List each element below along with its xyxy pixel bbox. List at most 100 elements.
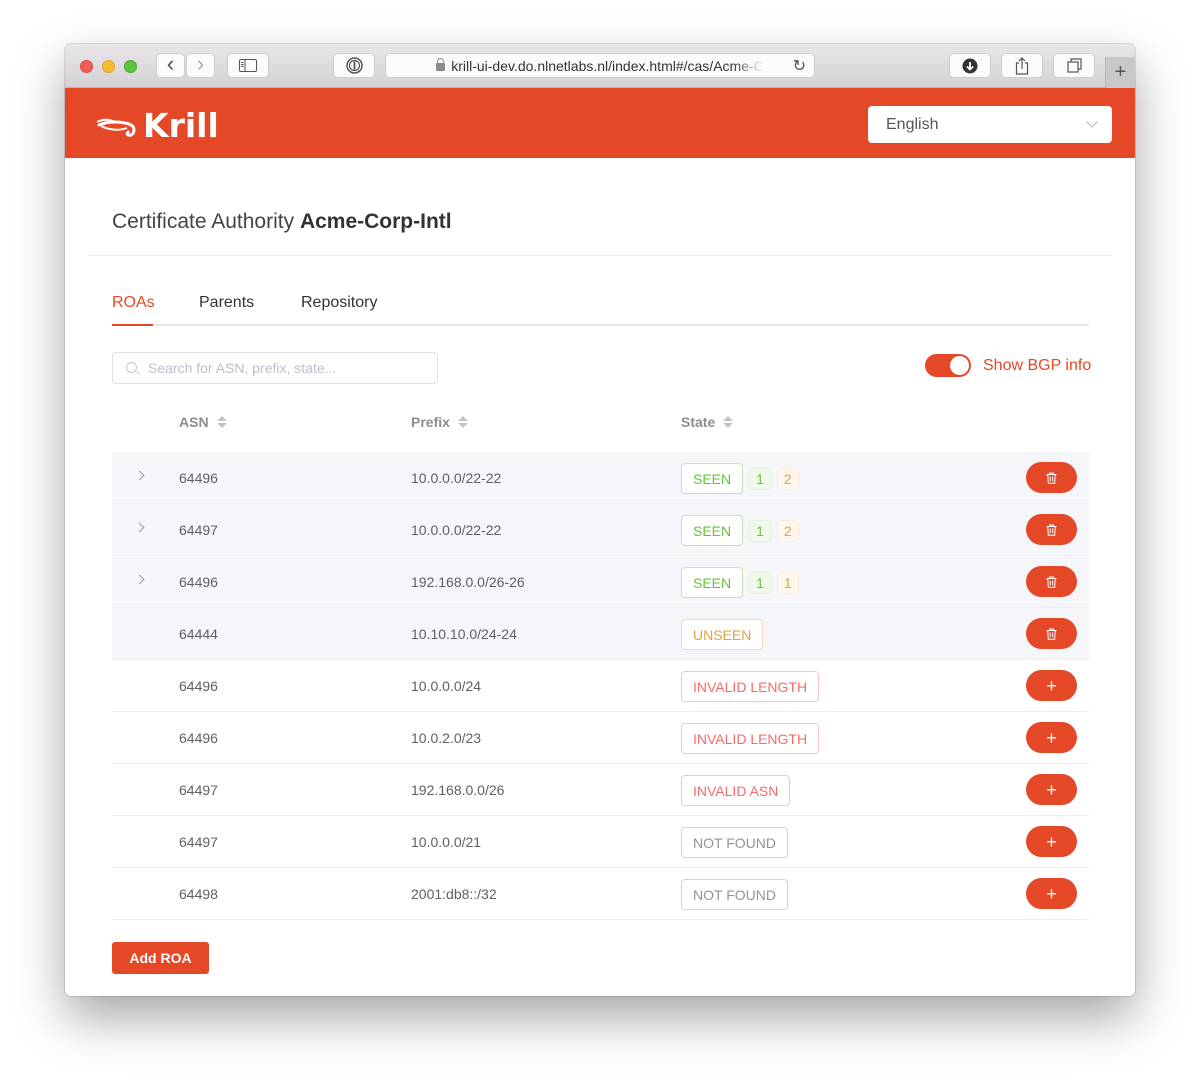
delete-roa-button[interactable] (1026, 618, 1077, 649)
browser-window: ‹ › krill-ui-dev.do.nlnetlabs.nl/index.h… (65, 44, 1135, 996)
search-field[interactable] (112, 352, 438, 384)
share-icon (1015, 56, 1029, 75)
address-bar[interactable]: krill-ui-dev.do.nlnetlabs.nl/index.html#… (385, 53, 815, 78)
prefix-cell: 192.168.0.0/26-26 (411, 574, 525, 590)
asn-cell: 64497 (179, 782, 218, 798)
maximize-window-button[interactable] (124, 60, 137, 73)
trash-icon (1046, 628, 1057, 640)
state-badge: INVALID LENGTH (681, 723, 820, 754)
prefix-cell: 192.168.0.0/26 (411, 782, 505, 798)
add-roa-row-button[interactable]: + (1026, 878, 1077, 909)
chevron-right-icon[interactable] (134, 522, 145, 533)
prefix-cell: 10.0.2.0/23 (411, 730, 482, 746)
table-row: 64444 10.10.10.0/24-24 UNSEEN (112, 608, 1089, 660)
lock-icon (436, 58, 446, 71)
state-badge: SEEN (681, 515, 744, 546)
add-roa-button[interactable]: Add ROA (112, 942, 209, 974)
trash-icon (1046, 472, 1057, 484)
state-badge: UNSEEN (681, 619, 764, 650)
add-roa-row-button[interactable]: + (1026, 826, 1077, 857)
page-title-prefix: Certificate Authority (112, 210, 295, 233)
chevron-right-icon: › (196, 51, 205, 76)
prefix-cell: 10.0.0.0/21 (411, 834, 482, 850)
delete-roa-button[interactable] (1026, 514, 1077, 545)
column-header-state[interactable]: State (681, 414, 734, 430)
state-badge: INVALID ASN (681, 775, 791, 806)
minimize-window-button[interactable] (102, 60, 115, 73)
tab-label: ROAs (112, 294, 155, 311)
prefix-cell: 2001:db8::/32 (411, 886, 497, 902)
state-cell: INVALID LENGTH (681, 723, 820, 754)
language-select[interactable]: English (868, 106, 1112, 143)
table-header: ASN Prefix State (112, 406, 1089, 451)
krill-shrimp-icon (96, 118, 136, 137)
add-roa-label: Add ROA (129, 950, 192, 966)
plus-icon: + (1046, 675, 1057, 696)
tab-roas[interactable]: ROAs (112, 294, 155, 312)
search-icon (126, 362, 137, 373)
state-cell: UNSEEN (681, 619, 764, 650)
sort-icon (457, 416, 468, 428)
state-badge: SEEN (681, 463, 744, 494)
close-window-button[interactable] (80, 60, 93, 73)
browser-toolbar: ‹ › krill-ui-dev.do.nlnetlabs.nl/index.h… (65, 44, 1135, 88)
announcement-count-badge: 1 (749, 519, 771, 542)
logo-text: Krill (143, 106, 219, 145)
asn-cell: 64496 (179, 678, 218, 694)
column-header-asn[interactable]: ASN (179, 414, 227, 430)
plus-icon: + (1046, 779, 1057, 800)
state-badge: NOT FOUND (681, 827, 788, 858)
delete-roa-button[interactable] (1026, 462, 1077, 493)
tabs-icon (1066, 58, 1082, 73)
tab-label: Parents (199, 294, 255, 311)
krill-logo[interactable]: Krill (95, 106, 219, 145)
back-button[interactable]: ‹ (156, 53, 185, 78)
table-row: 64498 2001:db8::/32 NOT FOUND + (112, 868, 1089, 920)
trash-icon (1046, 524, 1057, 536)
chevron-right-icon[interactable] (134, 470, 145, 481)
overlap-count-badge: 1 (776, 571, 799, 594)
asn-cell: 64496 (179, 730, 218, 746)
chevron-right-icon[interactable] (134, 574, 145, 585)
overlap-count-badge: 2 (776, 467, 799, 490)
prefix-cell: 10.0.0.0/24 (411, 678, 482, 694)
sidebar-toggle-button[interactable] (227, 53, 269, 78)
asn-cell: 64497 (179, 834, 218, 850)
column-label: State (681, 414, 716, 430)
tabs-overview-button[interactable] (1053, 53, 1095, 78)
column-header-prefix[interactable]: Prefix (411, 414, 468, 430)
search-input[interactable] (148, 360, 428, 376)
app-header: Krill English (65, 88, 1135, 158)
password-manager-button[interactable] (333, 53, 375, 78)
state-badge: NOT FOUND (681, 879, 788, 910)
new-tab-button[interactable]: + (1105, 57, 1135, 88)
show-bgp-toggle[interactable]: Show BGP info (925, 354, 1091, 377)
tab-label: Repository (301, 294, 378, 311)
asn-cell: 64497 (179, 522, 218, 538)
tab-parents[interactable]: Parents (199, 294, 254, 312)
bgp-switch[interactable] (925, 354, 971, 377)
page-title: Certificate Authority Acme-Corp-Intl (112, 210, 452, 234)
overlap-count-badge: 2 (776, 519, 799, 542)
forward-button[interactable]: › (186, 53, 215, 78)
table-row: 64496 192.168.0.0/26-26 SEEN 1 1 (112, 556, 1089, 608)
add-roa-row-button[interactable]: + (1026, 722, 1077, 753)
asn-cell: 64498 (179, 886, 218, 902)
prefix-cell: 10.0.0.0/22-22 (411, 522, 502, 538)
sidebar-icon (239, 59, 257, 72)
reload-icon[interactable]: ↻ (793, 56, 806, 76)
url-text: krill-ui-dev.do.nlnetlabs.nl/index.html#… (451, 57, 764, 74)
delete-roa-button[interactable] (1026, 566, 1077, 597)
roa-table: 64496 10.0.0.0/22-22 SEEN 1 2 64497 10.0.0.0/… (112, 452, 1089, 920)
tab-repository[interactable]: Repository (301, 294, 377, 312)
switch-knob (950, 356, 969, 375)
table-row: 64497 10.0.0.0/22-22 SEEN 1 2 (112, 504, 1089, 556)
add-roa-row-button[interactable]: + (1026, 670, 1077, 701)
announcement-count-badge: 1 (749, 571, 771, 594)
column-label: Prefix (411, 414, 450, 430)
state-cell: INVALID ASN (681, 775, 791, 806)
share-button[interactable] (1001, 53, 1043, 78)
state-cell: SEEN 1 1 (681, 567, 799, 598)
downloads-button[interactable] (949, 53, 991, 78)
add-roa-row-button[interactable]: + (1026, 774, 1077, 805)
